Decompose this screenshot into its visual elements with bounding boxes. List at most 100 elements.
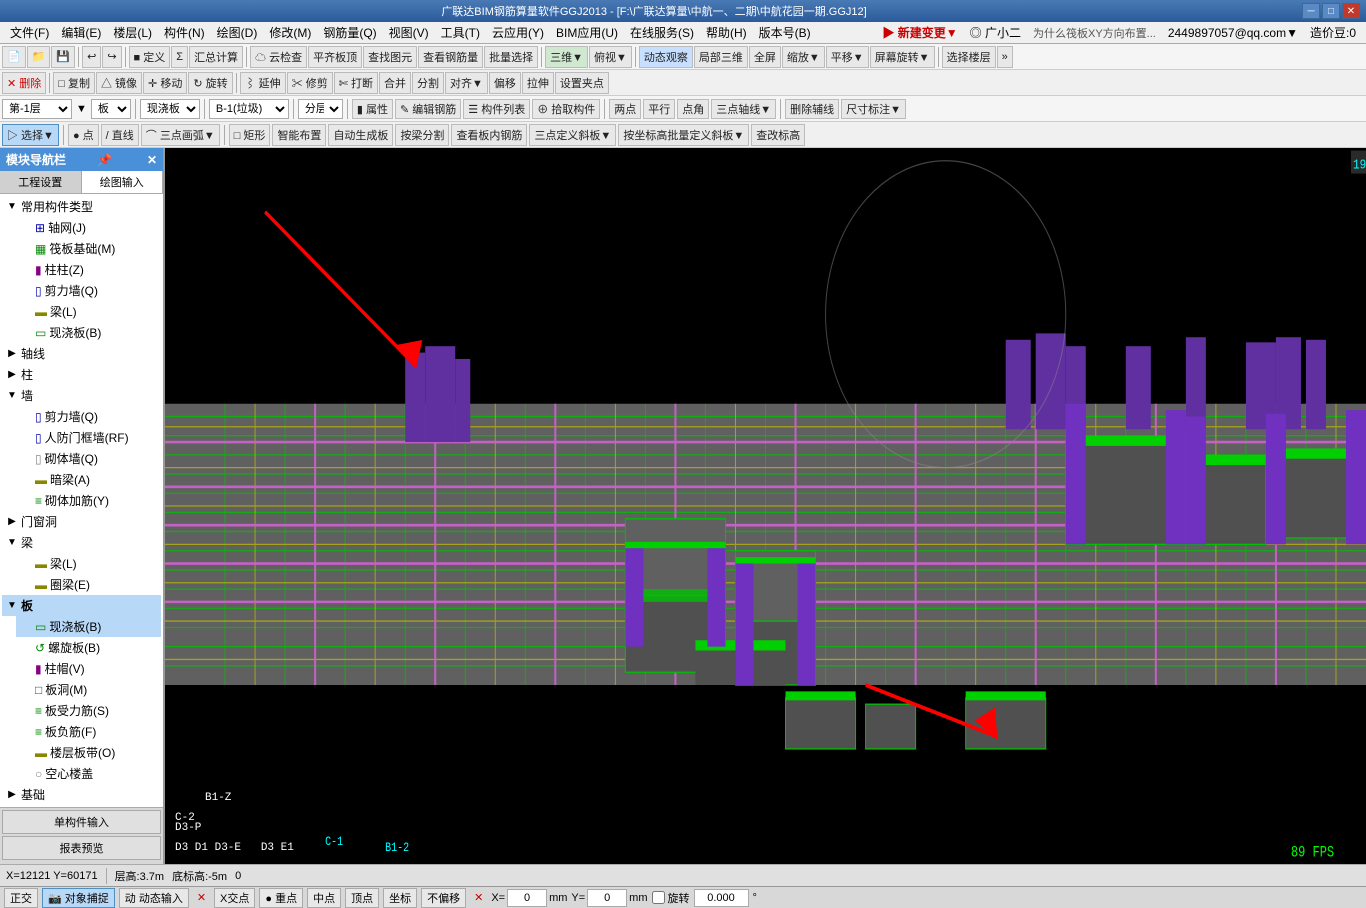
grip-btn[interactable]: 设置夹点 bbox=[555, 72, 609, 94]
snap-vertex[interactable]: 顶点 bbox=[345, 888, 379, 908]
layer-select[interactable]: 第-1层 bbox=[2, 99, 72, 119]
stretch-btn[interactable]: 拉伸 bbox=[522, 72, 554, 94]
line-tool-btn[interactable]: / 直线 bbox=[101, 124, 139, 146]
menu-assistant[interactable]: ◎ 广小二 bbox=[964, 22, 1027, 43]
merge-btn[interactable]: 合并 bbox=[379, 72, 411, 94]
tree-col[interactable]: ▶ 柱 bbox=[2, 364, 161, 385]
prop-attr-btn[interactable]: ▮ 属性 bbox=[352, 99, 393, 119]
tree-col-cap[interactable]: ▮ 柱帽(V) bbox=[16, 658, 161, 679]
check-elev-btn[interactable]: 查改标高 bbox=[751, 124, 805, 146]
comp-list-btn[interactable]: ☰ 构件列表 bbox=[463, 99, 530, 119]
menu-edit[interactable]: 编辑(E) bbox=[55, 22, 107, 43]
copy-btn[interactable]: □ 复制 bbox=[53, 72, 95, 94]
snap-object[interactable]: 📷 对象捕捉 bbox=[42, 888, 115, 908]
arc-tool-btn[interactable]: ⌒ 三点画弧▼ bbox=[141, 124, 220, 146]
layer-num-select[interactable]: 分层2 bbox=[298, 99, 343, 119]
find-elem-btn[interactable]: 查找图元 bbox=[363, 46, 417, 68]
snap-midpoint[interactable]: 中点 bbox=[307, 888, 341, 908]
select-layer-btn[interactable]: 选择楼层 bbox=[942, 46, 996, 68]
menu-modify[interactable]: 修改(M) bbox=[263, 22, 317, 43]
check-rebar-btn[interactable]: 查看钢筋量 bbox=[418, 46, 483, 68]
partial-3d-btn[interactable]: 局部三维 bbox=[694, 46, 748, 68]
cloud-check-btn[interactable]: ☁ 云检查 bbox=[250, 46, 307, 68]
define-btn[interactable]: ■ 定义 bbox=[129, 46, 171, 68]
zoom-btn[interactable]: 缩放▼ bbox=[782, 46, 825, 68]
tree-cast-slab2[interactable]: ▭ 现浇板(B) bbox=[16, 616, 161, 637]
batch-slope-btn[interactable]: 按坐标高批量定义斜板▼ bbox=[618, 124, 749, 146]
level-roof-btn[interactable]: 平齐板顶 bbox=[308, 46, 362, 68]
new-btn[interactable]: 📄 bbox=[2, 46, 26, 68]
rotate-btn[interactable]: 屏幕旋转▼ bbox=[870, 46, 935, 68]
rotate-checkbox[interactable] bbox=[652, 891, 665, 904]
split-btn[interactable]: 分割 bbox=[412, 72, 444, 94]
slab-type-select[interactable]: 现浇板 bbox=[140, 99, 200, 119]
menu-rebar[interactable]: 钢筋量(Q) bbox=[317, 22, 382, 43]
del-aux-btn[interactable]: 删除辅线 bbox=[785, 99, 839, 119]
define-slope-btn[interactable]: 三点定义斜板▼ bbox=[529, 124, 616, 146]
snap-endpoint[interactable]: ● 重点 bbox=[259, 888, 303, 908]
two-point-btn[interactable]: 两点 bbox=[609, 99, 641, 119]
maximize-button[interactable]: □ bbox=[1322, 3, 1340, 19]
menu-account[interactable]: 2449897057@qq.com▼ bbox=[1162, 24, 1304, 42]
align-btn[interactable]: 对齐▼ bbox=[445, 72, 488, 94]
grade-select[interactable]: B-1(垃圾) bbox=[209, 99, 289, 119]
menu-view[interactable]: 视图(V) bbox=[383, 22, 435, 43]
single-comp-input-btn[interactable]: 单构件输入 bbox=[2, 810, 161, 834]
sigma-btn[interactable]: Σ bbox=[171, 46, 188, 68]
tree-masonry-rebar[interactable]: ≡ 砌体加筋(Y) bbox=[16, 490, 161, 511]
smart-layout-btn[interactable]: 智能布置 bbox=[272, 124, 326, 146]
canvas-area[interactable]: C-2 B1-2 C-1 D3-P D3-D1 D3-E D3 E1 bbox=[165, 148, 1366, 864]
redo-btn[interactable]: ↪ bbox=[102, 46, 121, 68]
offset-btn[interactable]: 偏移 bbox=[489, 72, 521, 94]
report-preview-btn[interactable]: 报表预览 bbox=[2, 836, 161, 860]
edit-rebar-btn[interactable]: ✎ 编辑钢筋 bbox=[395, 99, 461, 119]
snap-ortho[interactable]: 正交 bbox=[4, 888, 38, 908]
rotate-edit-btn[interactable]: ↻ 旋转 bbox=[188, 72, 232, 94]
three-axis-btn[interactable]: 三点轴线▼ bbox=[711, 99, 776, 119]
point-tool-btn[interactable]: ● 点 bbox=[68, 124, 99, 146]
tree-raft-found[interactable]: ▦ 筏板基础(M) bbox=[16, 238, 161, 259]
menu-bim[interactable]: BIM应用(U) bbox=[550, 22, 624, 43]
open-btn[interactable]: 📁 bbox=[27, 46, 51, 68]
more-btn[interactable]: » bbox=[997, 46, 1013, 68]
snap-coord[interactable]: 坐标 bbox=[383, 888, 417, 908]
tree-hollow-floor[interactable]: ○ 空心楼盖 bbox=[16, 763, 161, 784]
rotate-input[interactable] bbox=[694, 889, 749, 907]
menu-version[interactable]: 版本号(B) bbox=[753, 22, 817, 43]
tree-ring-beam[interactable]: ▬ 圈梁(E) bbox=[16, 574, 161, 595]
panel-pin[interactable]: 📌 bbox=[97, 153, 112, 167]
tree-slab-group[interactable]: ▼ 板 bbox=[2, 595, 161, 616]
pan-btn[interactable]: 平移▼ bbox=[826, 46, 869, 68]
pick-comp-btn[interactable]: ⊕ 拾取构件 bbox=[532, 99, 600, 119]
trim-btn[interactable]: ✂ 修剪 bbox=[287, 72, 333, 94]
extend-btn[interactable]: ⌇ 延伸 bbox=[240, 72, 286, 94]
tree-neg-rebar[interactable]: ≡ 板负筋(F) bbox=[16, 721, 161, 742]
tree-slab-hole[interactable]: □ 板洞(M) bbox=[16, 679, 161, 700]
tree-civil-defense-wall[interactable]: ▯ 人防门框墙(RF) bbox=[16, 427, 161, 448]
tree-cast-slab[interactable]: ▭ 现浇板(B) bbox=[16, 322, 161, 343]
tree-hidden-beam[interactable]: ▬ 暗梁(A) bbox=[16, 469, 161, 490]
tree-axis-net[interactable]: ⊞ 轴网(J) bbox=[16, 217, 161, 238]
snap-dynamic[interactable]: 动 动态输入 bbox=[119, 888, 189, 908]
y-input[interactable] bbox=[587, 889, 627, 907]
component-select[interactable]: 板 bbox=[91, 99, 131, 119]
tree-beam2[interactable]: ▬ 梁(L) bbox=[16, 553, 161, 574]
tab-draw-input[interactable]: 绘图输入 bbox=[82, 171, 164, 193]
point-angle-btn[interactable]: 点角 bbox=[677, 99, 709, 119]
menu-online[interactable]: 在线服务(S) bbox=[624, 22, 700, 43]
tree-axis[interactable]: ▶ 轴线 bbox=[2, 343, 161, 364]
tree-shear-wall[interactable]: ▯ 剪力墙(Q) bbox=[16, 280, 161, 301]
panel-close[interactable]: ✕ bbox=[147, 153, 157, 167]
split-beam-btn[interactable]: 按梁分割 bbox=[395, 124, 449, 146]
menu-draw[interactable]: 绘图(D) bbox=[211, 22, 264, 43]
batch-select-btn[interactable]: 批量选择 bbox=[484, 46, 538, 68]
fullscreen-btn[interactable]: 全屏 bbox=[749, 46, 781, 68]
snap-cross[interactable]: X交点 bbox=[214, 888, 255, 908]
rect-tool-btn[interactable]: □ 矩形 bbox=[229, 124, 271, 146]
menu-component[interactable]: 构件(N) bbox=[158, 22, 211, 43]
auto-gen-btn[interactable]: 自动生成板 bbox=[328, 124, 393, 146]
save-btn[interactable]: 💾 bbox=[51, 46, 75, 68]
select-tool-btn[interactable]: ▷ 选择▼ bbox=[2, 124, 59, 146]
menu-floor[interactable]: 楼层(L) bbox=[107, 22, 158, 43]
close-button[interactable]: ✕ bbox=[1342, 3, 1360, 19]
